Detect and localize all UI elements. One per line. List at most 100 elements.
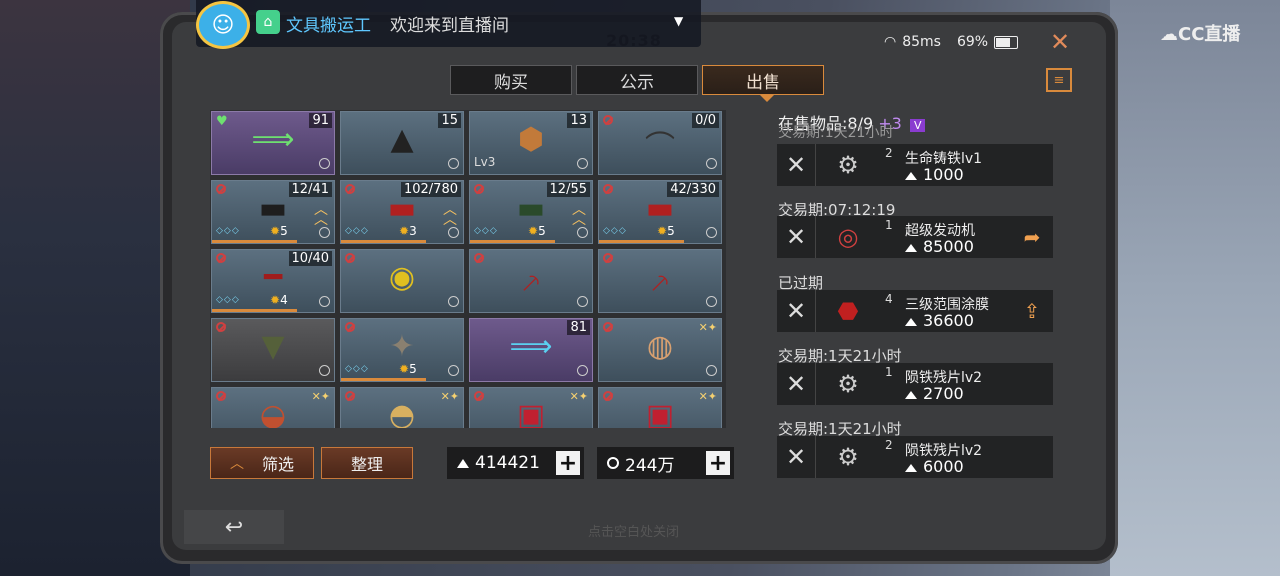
slot-quantity: 12/41 <box>288 182 332 197</box>
cancel-listing-button[interactable]: ✕ <box>777 216 816 258</box>
inventory-slot[interactable]: ⌒ 0/0 <box>598 111 722 175</box>
cancel-listing-button[interactable]: ✕ <box>777 363 816 405</box>
inventory-slot[interactable]: ⟹ 91 ♥ <box>211 111 335 175</box>
add-iron-button[interactable]: + <box>556 451 580 476</box>
not-tradable-icon <box>216 391 226 401</box>
listing-row[interactable]: ✕ ⚙ 2 陨铁残片lv2 6000 <box>777 436 1053 478</box>
tab-sell[interactable]: 出售 <box>702 65 824 95</box>
settings-icon <box>319 158 330 169</box>
settings-icon <box>706 227 717 238</box>
inventory-slot[interactable]: ◒ ✕✦ <box>211 387 335 428</box>
inventory-slot[interactable]: ▣ ✕✦ <box>598 387 722 428</box>
durability-bar <box>212 240 298 243</box>
relist-icon[interactable]: ⇪ <box>1019 298 1045 324</box>
iron-icon <box>905 244 917 252</box>
star-icon: ✹ <box>528 224 539 238</box>
inventory-slot[interactable]: ▬ 42/330 ◇◇◇ ✹5 <box>598 180 722 244</box>
listing-row[interactable]: ✕ ⬣ 4 三级范围涂膜 36600 ⇪ <box>777 290 1053 332</box>
not-tradable-icon <box>345 184 355 194</box>
streamer-avatar[interactable]: ☺ <box>196 1 250 49</box>
streamer-name[interactable]: 文具搬运工 <box>286 11 371 36</box>
filter-label: 筛选 <box>261 455 294 474</box>
iron-currency: 414421 + <box>447 447 584 479</box>
tab-buy[interactable]: 购买 <box>450 65 572 95</box>
close-hint: 点击空白处关闭 <box>588 525 680 540</box>
close-icon[interactable]: ✕ <box>1050 28 1070 56</box>
slot-quantity: 81 <box>567 320 590 335</box>
settings-icon <box>448 365 459 376</box>
gold-currency: 244万 + <box>597 447 734 479</box>
inventory-slot[interactable]: ⬢ 13 Lv3 <box>469 111 593 175</box>
ping-text: 85ms <box>902 34 941 50</box>
settings-icon <box>448 296 459 307</box>
inventory-slot[interactable]: ⸕ <box>598 249 722 313</box>
not-tradable-icon <box>603 184 613 194</box>
inventory-slot[interactable]: ▼ <box>211 318 335 382</box>
inventory-slot[interactable]: ◓ ✕✦ <box>340 387 464 428</box>
settings-icon <box>706 158 717 169</box>
inventory-slot[interactable]: ━ 10/40 ◇◇◇ ✹4 <box>211 249 335 313</box>
back-button[interactable]: ↩ <box>184 510 284 544</box>
slot-quantity: 12/55 <box>546 182 590 197</box>
listing-price: 1000 <box>905 165 964 184</box>
quality-dots-icon: ◇◇◇ <box>474 226 498 236</box>
not-tradable-icon <box>216 184 226 194</box>
food-platter-icon: ◍ <box>646 329 674 364</box>
listing-count: 1 <box>885 365 893 379</box>
star-icon: ✹ <box>399 224 410 238</box>
listing-price: 36600 <box>905 311 974 330</box>
slot-level: Lv3 <box>474 155 496 169</box>
not-tradable-icon <box>345 391 355 401</box>
listing-price-value: 85000 <box>923 237 974 256</box>
listing-count: 2 <box>885 146 893 160</box>
star-count: 5 <box>538 224 546 238</box>
listing-count: 1 <box>885 218 893 232</box>
star-count: 5 <box>409 362 417 376</box>
quality-dots-icon: ◇◇◇ <box>345 226 369 236</box>
star-icon: ✹ <box>270 293 281 307</box>
pickaxe-red-2-icon: ⸕ <box>648 265 672 300</box>
cancel-listing-button[interactable]: ✕ <box>777 436 816 478</box>
cancel-listing-button[interactable]: ✕ <box>777 144 816 186</box>
not-tradable-icon <box>603 253 613 263</box>
star-icon: ✹ <box>270 224 281 238</box>
tab-notice[interactable]: 公示 <box>576 65 698 95</box>
heart-icon: ♥ <box>216 114 228 129</box>
listing-price-value: 1000 <box>923 165 964 184</box>
inventory-slot[interactable]: ▬ 12/55 ◇◇◇ ✹5 ︿ ︿ <box>469 180 593 244</box>
slot-stars: ✹3 <box>399 224 417 238</box>
sort-button[interactable]: 整理 <box>321 447 413 479</box>
notes-icon[interactable]: ≡ <box>1046 68 1072 92</box>
armor-vest-green-icon: ▼ <box>261 329 285 364</box>
inventory-slot[interactable]: ▣ ✕✦ <box>469 387 593 428</box>
listing-count: 2 <box>885 438 893 452</box>
not-tradable-icon <box>345 253 355 263</box>
inventory-slot[interactable]: ◉ <box>340 249 464 313</box>
settings-icon <box>448 158 459 169</box>
filter-button[interactable]: ︿ 筛选 <box>210 447 314 479</box>
listing-row[interactable]: ✕ ⚙ 2 生命铸铁lv1 1000 <box>777 144 1053 186</box>
inventory-slot[interactable]: ▬ 12/41 ◇◇◇ ✹5 ︿ ︿ <box>211 180 335 244</box>
listing-row[interactable]: ✕ ⚙ 1 陨铁残片lv2 2700 <box>777 363 1053 405</box>
inventory-slot[interactable]: ⸕ <box>469 249 593 313</box>
add-gold-button[interactable]: + <box>706 451 730 476</box>
chevron-down-icon[interactable]: ▼ <box>674 14 683 28</box>
inventory-slot[interactable]: ⟹ 81 <box>469 318 593 382</box>
tab-bar: 购买 公示 出售 <box>450 65 824 95</box>
listing-price: 2700 <box>905 384 964 403</box>
share-icon[interactable]: ➦ <box>1019 224 1045 250</box>
settings-icon <box>319 296 330 307</box>
inventory-slot[interactable]: ▲ 15 <box>340 111 464 175</box>
inventory-slot[interactable]: ◍ ✕✦ <box>598 318 722 382</box>
settings-icon <box>706 365 717 376</box>
inventory-slot[interactable]: ▬ 102/780 ◇◇◇ ✹3 ︿ ︿ <box>340 180 464 244</box>
quality-dots-icon: ◇◇◇ <box>216 226 240 236</box>
settings-icon <box>448 227 459 238</box>
listing-count: 4 <box>885 292 893 306</box>
listing-price: 6000 <box>905 457 964 476</box>
listing-row[interactable]: ✕ ◎ 1 超级发动机 85000 ➦ <box>777 216 1053 258</box>
inventory-slot[interactable]: ✦ ◇◇◇ ✹5 <box>340 318 464 382</box>
listing-item-icon: ⬣ <box>837 297 859 325</box>
cancel-listing-button[interactable]: ✕ <box>777 290 816 332</box>
star-count: 5 <box>667 224 675 238</box>
